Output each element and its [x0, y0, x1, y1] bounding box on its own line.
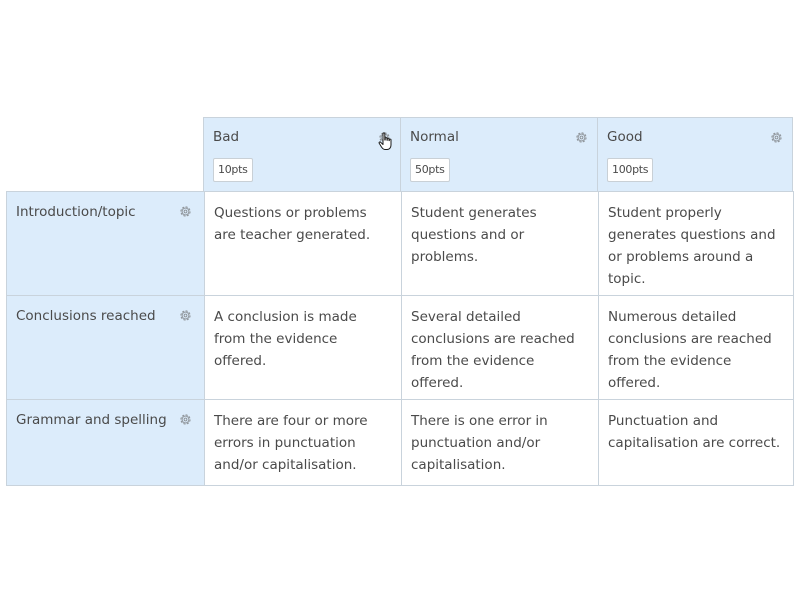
- criterion-cell[interactable]: Questions or problems are teacher genera…: [204, 191, 401, 296]
- criteria-rows: Introduction/topic Questions or problems…: [6, 191, 794, 486]
- level-points-badge[interactable]: 50pts: [410, 158, 450, 182]
- gear-icon[interactable]: [575, 131, 588, 144]
- criterion-cell[interactable]: Punctuation and capitalisation are corre…: [598, 400, 794, 486]
- criterion-header[interactable]: Conclusions reached: [6, 296, 204, 400]
- level-header-good[interactable]: Good 100pts: [597, 117, 793, 192]
- level-points-badge[interactable]: 100pts: [607, 158, 654, 182]
- criterion-cell[interactable]: There is one error in punctuation and/or…: [401, 400, 598, 486]
- gear-icon[interactable]: [179, 205, 192, 218]
- gear-icon[interactable]: [179, 413, 192, 426]
- criterion-cell[interactable]: Student properly generates questions and…: [598, 191, 794, 296]
- criterion-header[interactable]: Grammar and spelling: [6, 400, 204, 486]
- criterion-cell[interactable]: Student generates questions and or probl…: [401, 191, 598, 296]
- criterion-cell[interactable]: Several detailed conclusions are reached…: [401, 296, 598, 400]
- criterion-name: Introduction/topic: [16, 204, 136, 220]
- criterion-row: Grammar and spelling There are four or m…: [6, 400, 794, 486]
- level-header-row: Bad 10pts Normal 50pts Good 100pts: [203, 117, 793, 192]
- criterion-name: Grammar and spelling: [16, 412, 167, 428]
- level-name: Normal: [410, 129, 459, 145]
- criterion-row: Introduction/topic Questions or problems…: [6, 191, 794, 296]
- gear-icon[interactable]: [179, 309, 192, 322]
- gear-icon[interactable]: [770, 131, 783, 144]
- criterion-row: Conclusions reached A conclusion is made…: [6, 296, 794, 400]
- level-name: Bad: [213, 129, 240, 145]
- level-points-badge[interactable]: 10pts: [213, 158, 253, 182]
- hand-pointer-icon: [378, 132, 392, 150]
- criterion-cell[interactable]: A conclusion is made from the evidence o…: [204, 296, 401, 400]
- criterion-header[interactable]: Introduction/topic: [6, 191, 204, 296]
- level-header-bad[interactable]: Bad 10pts: [203, 117, 400, 192]
- criterion-cell[interactable]: Numerous detailed conclusions are reache…: [598, 296, 794, 400]
- criterion-cell[interactable]: There are four or more errors in punctua…: [204, 400, 401, 486]
- level-header-normal[interactable]: Normal 50pts: [400, 117, 597, 192]
- level-name: Good: [607, 129, 643, 145]
- criterion-name: Conclusions reached: [16, 308, 156, 324]
